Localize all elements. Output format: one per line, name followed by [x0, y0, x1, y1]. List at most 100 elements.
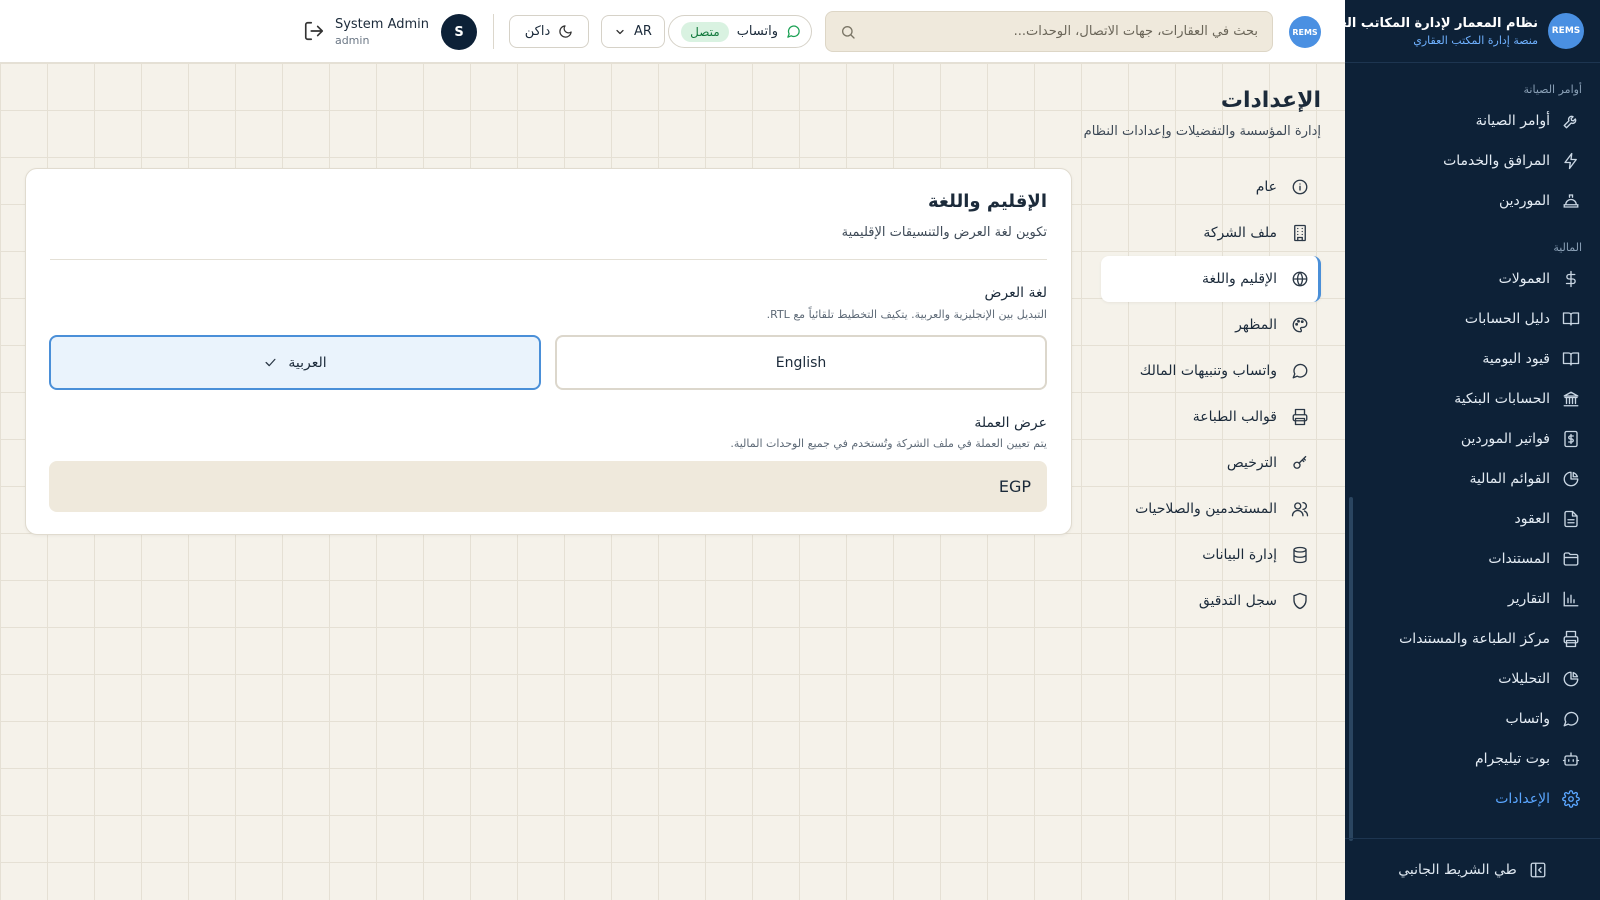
user-menu[interactable]: S System Admin admin [335, 14, 477, 50]
theme-label: داكن [524, 24, 551, 39]
settings-tab-label: المظهر [1235, 317, 1277, 333]
collapse-sidebar-button[interactable]: طي الشريط الجانبي [1345, 838, 1600, 900]
sidebar-item-telegram-bot[interactable]: بوت تيليجرام [1345, 739, 1600, 779]
settings-tab-company-profile[interactable]: ملف الشركة [1101, 210, 1321, 256]
whatsapp-icon [786, 24, 801, 39]
region-language-card: الإقليم واللغة تكوين لغة العرض والتنسيقا… [25, 168, 1072, 535]
language-switcher[interactable]: AR [601, 15, 665, 48]
settings-tab-region-language[interactable]: الإقليم واللغة [1101, 256, 1321, 302]
gear-icon [1562, 790, 1580, 808]
avatar: S [441, 14, 477, 50]
sidebar-item-label: فواتير الموردين [1460, 431, 1550, 447]
sidebar-item-documents[interactable]: المستندات [1345, 539, 1600, 579]
settings-nav: عام ملف الشركة الإقليم واللغة المظهر وات… [1101, 164, 1321, 624]
wrench-icon [1562, 112, 1580, 130]
sidebar-item-label: التحليلات [1498, 671, 1550, 687]
sidebar-item-contracts[interactable]: العقود [1345, 499, 1600, 539]
brand-header: REMS نظام المعمار لإدارة المكاتب العقاري… [1305, 0, 1600, 63]
moon-icon [558, 24, 573, 39]
sidebar-item-reports[interactable]: التقارير [1345, 579, 1600, 619]
chat-icon [1562, 710, 1580, 728]
bank-icon [1562, 390, 1580, 408]
sidebar-item-vendors[interactable]: الموردين [1345, 181, 1600, 221]
settings-tab-print-templates[interactable]: قوالب الطباعة [1101, 394, 1321, 440]
settings-tab-audit-log[interactable]: سجل التدقيق [1101, 578, 1321, 624]
sidebar-item-label: المستندات [1488, 551, 1550, 567]
sidebar-item-commissions[interactable]: العمولات [1345, 259, 1600, 299]
status-badge: متصل [681, 21, 729, 42]
sidebar-item-label: واتساب [1505, 711, 1550, 727]
settings-tab-label: سجل التدقيق [1198, 593, 1277, 609]
dollar-icon [1562, 270, 1580, 288]
card-divider [50, 259, 1047, 260]
sidebar-item-label: دليل الحسابات [1464, 311, 1550, 327]
language-option-label: العربية [288, 354, 327, 371]
language-option-arabic[interactable]: العربية [49, 335, 541, 390]
hardhat-icon [1562, 192, 1580, 210]
sidebar-item-analytics[interactable]: التحليلات [1345, 659, 1600, 699]
sidebar-item-label: قيود اليومية [1482, 351, 1550, 367]
language-label: AR [634, 24, 652, 39]
sidebar-item-label: القوائم المالية [1469, 471, 1550, 487]
topbar-divider [493, 14, 494, 49]
sidebar-item-vendor-invoices[interactable]: فواتير الموردين [1345, 419, 1600, 459]
topbar-logo[interactable]: REMS [1289, 16, 1321, 48]
piechart-icon [1562, 470, 1580, 488]
sidebar-item-chart-of-accounts[interactable]: دليل الحسابات [1345, 299, 1600, 339]
whatsapp-status[interactable]: واتساب متصل [668, 15, 812, 48]
sidebar: REMS نظام المعمار لإدارة المكاتب العقاري… [1305, 0, 1600, 900]
settings-tab-label: الإقليم واللغة [1201, 271, 1277, 287]
currency-value-field: EGP [49, 461, 1047, 512]
sidebar-section-label: أوامر الصيانة [1523, 82, 1582, 96]
book-icon [1562, 350, 1580, 368]
palette-icon [1291, 316, 1309, 334]
sidebar-item-label: العمولات [1498, 271, 1550, 287]
printer-icon [1562, 630, 1580, 648]
settings-tab-whatsapp-alerts[interactable]: واتساب وتنبيهات المالك [1101, 348, 1321, 394]
page-title: الإعدادات [1220, 88, 1321, 113]
settings-tab-users-permissions[interactable]: المستخدمين والصلاحيات [1101, 486, 1321, 532]
checkmark-icon [263, 355, 278, 370]
key-icon [1291, 454, 1309, 472]
settings-tab-label: عام [1255, 179, 1277, 195]
chevron-down-icon [614, 26, 626, 38]
chat-icon [1291, 362, 1309, 380]
settings-tab-data-management[interactable]: إدارة البيانات [1101, 532, 1321, 578]
currency-display-hint: يتم تعيين العملة في ملف الشركة وتُستخدم … [730, 437, 1047, 450]
settings-tab-license[interactable]: الترخيص [1101, 440, 1321, 486]
sidebar-item-bank-accounts[interactable]: الحسابات البنكية [1345, 379, 1600, 419]
sidebar-item-label: الإعدادات [1495, 791, 1550, 807]
search-input[interactable] [866, 24, 1258, 39]
sidebar-item-journal-entries[interactable]: قيود اليومية [1345, 339, 1600, 379]
lightning-icon [1562, 152, 1580, 170]
settings-tab-label: قوالب الطباعة [1192, 409, 1277, 425]
sidebar-item-label: المرافق والخدمات [1443, 153, 1550, 169]
settings-tab-label: واتساب وتنبيهات المالك [1139, 363, 1277, 379]
printer-icon [1291, 408, 1309, 426]
barchart-icon [1562, 590, 1580, 608]
sidebar-item-utilities[interactable]: المرافق والخدمات [1345, 141, 1600, 181]
sidebar-item-print-center[interactable]: مركز الطباعة والمستندات [1345, 619, 1600, 659]
card-subtitle: تكوين لغة العرض والتنسيقات الإقليمية [841, 225, 1047, 240]
theme-toggle-button[interactable]: داكن [509, 15, 589, 48]
main-content: الإعدادات إدارة المؤسسة والتفضيلات وإعدا… [0, 63, 1345, 900]
sidebar-item-maintenance-orders[interactable]: أوامر الصيانة [1345, 101, 1600, 141]
settings-tab-label: المستخدمين والصلاحيات [1135, 501, 1277, 517]
sidebar-item-financial-statements[interactable]: القوائم المالية [1345, 459, 1600, 499]
user-role: admin [334, 34, 370, 47]
sidebar-scrollbar[interactable] [1349, 497, 1353, 841]
sidebar-item-label: التقارير [1507, 591, 1550, 607]
database-icon [1291, 546, 1309, 564]
sidebar-item-settings[interactable]: الإعدادات [1345, 779, 1600, 819]
whatsapp-label: واتساب [736, 24, 778, 39]
settings-tab-appearance[interactable]: المظهر [1101, 302, 1321, 348]
logout-icon[interactable] [303, 20, 325, 42]
info-icon [1291, 178, 1309, 196]
card-title: الإقليم واللغة [928, 191, 1047, 212]
sidebar-item-whatsapp[interactable]: واتساب [1345, 699, 1600, 739]
user-name: System Admin [334, 17, 429, 32]
settings-tab-label: ملف الشركة [1203, 225, 1277, 241]
language-option-english[interactable]: English [555, 335, 1047, 390]
settings-tab-general[interactable]: عام [1101, 164, 1321, 210]
document-icon [1562, 510, 1580, 528]
